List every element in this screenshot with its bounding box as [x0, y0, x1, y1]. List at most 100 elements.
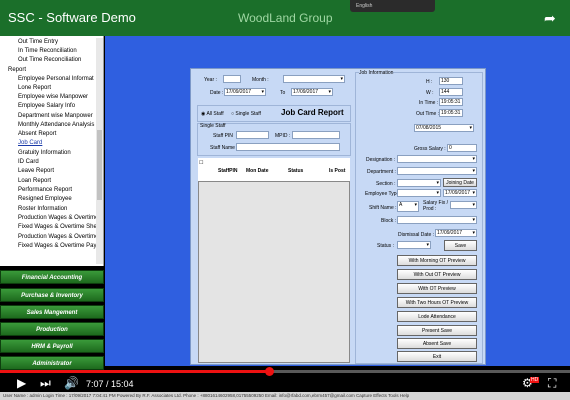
column-header[interactable]: Is Post: [329, 168, 345, 174]
module-sales-management[interactable]: Sales Mangement: [0, 305, 104, 319]
block-select[interactable]: [397, 216, 477, 224]
tree-item[interactable]: Performance Report: [18, 187, 72, 193]
tree-item[interactable]: Monthly Attendance Analysis: [18, 122, 94, 128]
staff-name-input[interactable]: [236, 143, 340, 151]
two-hours-ot-preview-button[interactable]: With Two Hours OT Preview: [397, 297, 477, 308]
mpid-input[interactable]: [292, 131, 340, 139]
date-to-picker[interactable]: 17/09/2017: [291, 88, 333, 96]
module-financial-accounting[interactable]: Financial Accounting: [0, 270, 104, 284]
tree-item[interactable]: Fixed Wages & Overtime Pay: [18, 243, 96, 249]
tree-item[interactable]: Gratuity Information: [18, 150, 71, 156]
tree-item[interactable]: Fixed Wages & Overtime She: [18, 224, 97, 230]
staff-pin-label: Staff PIN: [213, 133, 233, 139]
ot-preview-button[interactable]: With OT Preview: [397, 283, 477, 294]
tree-item[interactable]: Loan Report: [18, 178, 51, 184]
module-administrator[interactable]: Administrator: [0, 356, 104, 370]
year-input[interactable]: [223, 75, 241, 83]
shift-select[interactable]: A: [397, 201, 419, 212]
absent-save-button[interactable]: Absent Save: [397, 338, 477, 349]
column-header[interactable]: StaffPIN: [218, 168, 237, 174]
video-time: 7:07 / 15:04: [86, 379, 134, 389]
section-select[interactable]: [397, 179, 441, 187]
outtime-input[interactable]: 19:05:31: [439, 109, 463, 117]
select-all-checkbox[interactable]: ☐: [199, 160, 203, 166]
tree-root-report[interactable]: Report: [8, 67, 26, 73]
tree-item[interactable]: Roster Information: [18, 206, 67, 212]
all-staff-label: All Staff: [206, 111, 224, 117]
play-icon[interactable]: ▶: [17, 376, 26, 390]
fullscreen-icon[interactable]: ⛶: [548, 376, 556, 391]
save-button[interactable]: Save: [444, 240, 477, 251]
staff-name-label: Staff Name: [210, 145, 235, 151]
tree-item[interactable]: In Time Reconciliation: [18, 48, 77, 54]
sidebar-tree: Out Time Entry In Time Reconciliation Ou…: [0, 36, 104, 266]
tree-item[interactable]: Leave Report: [18, 168, 54, 174]
gross-salary-input[interactable]: 0: [447, 144, 477, 152]
single-staff-radio[interactable]: ○ Single Staff: [231, 111, 261, 117]
tree-item[interactable]: Production Wages & Overtime: [18, 234, 98, 240]
all-staff-radio[interactable]: ◉ All Staff: [201, 111, 224, 117]
w-label: W :: [426, 90, 434, 96]
dismissal-label: Dismissal Date :: [398, 232, 435, 238]
status-select[interactable]: [397, 241, 431, 249]
h-label: H :: [426, 79, 433, 85]
report-title: Job Card Report: [281, 108, 344, 117]
module-hrm-payroll[interactable]: HRM & Payroll: [0, 339, 104, 353]
salary-type-label: Salary Fix / Prod :: [423, 200, 449, 212]
next-icon[interactable]: ⏭: [40, 376, 51, 391]
present-save-button[interactable]: Present Save: [397, 325, 477, 336]
tree-item[interactable]: Out Time Entry: [18, 39, 58, 45]
tree-item[interactable]: Resigned Employee: [18, 196, 72, 202]
date-from-picker[interactable]: 17/09/2017: [224, 88, 266, 96]
language-label: English: [356, 3, 373, 9]
month-select[interactable]: [283, 75, 345, 83]
tree-item[interactable]: Absent Report: [18, 131, 56, 137]
shift-label: Shift Name :: [369, 205, 397, 211]
tree-item[interactable]: Employee Personal Informat: [18, 76, 94, 82]
designation-label: Designation :: [366, 157, 396, 163]
volume-icon[interactable]: 🔊: [64, 376, 79, 390]
lode-attendance-button[interactable]: Lode Attendance: [397, 311, 477, 322]
tree-item[interactable]: Out Time Reconciliation: [18, 57, 81, 63]
emp-type-date-picker[interactable]: 17/09/2017: [443, 189, 477, 197]
job-info-title: Job Information: [359, 70, 394, 76]
department-select[interactable]: [397, 167, 477, 175]
share-icon[interactable]: ➦: [544, 10, 560, 26]
column-header[interactable]: Mon Date: [246, 168, 269, 174]
tree-item[interactable]: Employee Salary Info: [18, 103, 75, 109]
info-date-picker[interactable]: 07/08/2015: [414, 124, 474, 132]
tree-item[interactable]: Lone Report: [18, 85, 51, 91]
tree-item[interactable]: Production Wages & Overtime: [18, 215, 98, 221]
job-card-grid[interactable]: [198, 158, 350, 363]
module-purchase-inventory[interactable]: Purchase & Inventory: [0, 288, 104, 302]
date-label: Date :: [210, 90, 224, 96]
tree-item-job-card[interactable]: Job Card: [18, 140, 42, 146]
module-production[interactable]: Production: [0, 322, 104, 336]
sidebar-scroll-thumb[interactable]: [97, 130, 102, 200]
joining-date-button[interactable]: Joining Date: [443, 178, 477, 187]
language-selector[interactable]: English: [350, 0, 435, 12]
salary-type-select[interactable]: [450, 201, 477, 209]
dismissal-date-picker[interactable]: 17/09/2017: [435, 229, 477, 237]
morning-ot-preview-button[interactable]: With Morning OT Preview: [397, 255, 477, 266]
tree-item[interactable]: ID Card: [18, 159, 39, 165]
staff-pin-input[interactable]: [236, 131, 269, 139]
without-ot-preview-button[interactable]: With Out OT Preview: [397, 269, 477, 280]
column-header[interactable]: Status: [288, 168, 303, 174]
designation-select[interactable]: [397, 155, 477, 163]
tree-item[interactable]: Employee wise Manpower: [18, 94, 88, 100]
exit-button[interactable]: Exit: [397, 351, 477, 362]
company-name: WoodLand Group: [238, 11, 333, 25]
emp-type-select[interactable]: [397, 189, 441, 197]
h-input[interactable]: 130: [439, 77, 463, 85]
intime-label: In Time :: [419, 100, 439, 106]
tree-item[interactable]: Department wise Manpower: [18, 113, 93, 119]
video-scrubber[interactable]: [265, 367, 274, 376]
video-progress-fill: [0, 370, 270, 373]
outtime-label: Out Time :: [416, 111, 440, 117]
intime-input[interactable]: 19:05:31: [439, 98, 463, 106]
year-label: Year :: [204, 77, 217, 83]
single-staff-label: Single Staff: [235, 111, 261, 117]
w-input[interactable]: 144: [439, 88, 463, 96]
status-bar: User Name : admin Login Time : 17/09/201…: [0, 392, 570, 400]
